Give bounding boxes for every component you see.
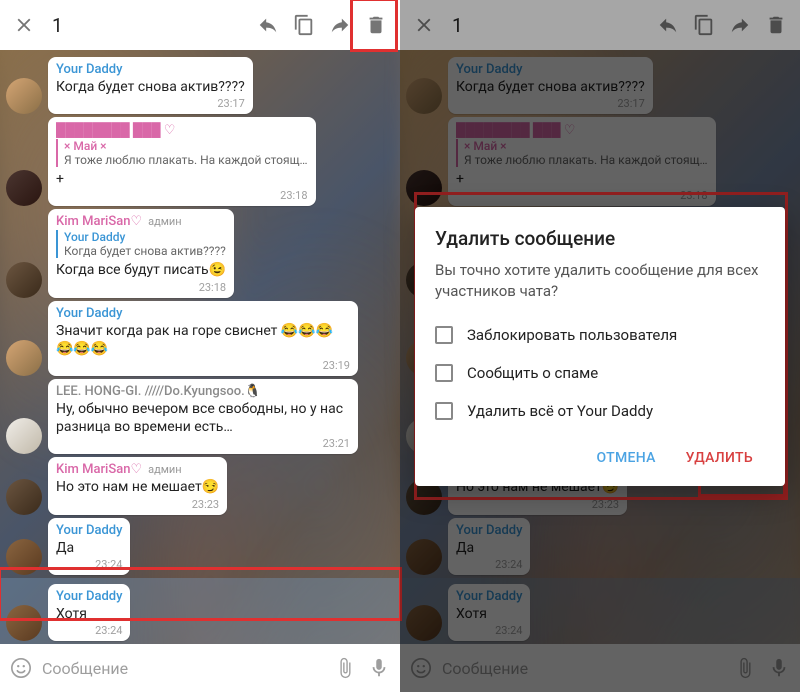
sender-name: Your Daddy bbox=[56, 523, 122, 538]
copy-icon[interactable] bbox=[286, 7, 322, 43]
avatar[interactable] bbox=[6, 479, 42, 515]
dialog-checkbox[interactable]: Заблокировать пользователя bbox=[435, 316, 765, 354]
chat-area[interactable]: Your DaddyКогда будет снова актив????23:… bbox=[0, 50, 400, 644]
message-text: Хотя bbox=[56, 605, 122, 623]
message[interactable]: Your DaddyЗначит когда рак на горе свисн… bbox=[6, 301, 394, 376]
delete-icon[interactable] bbox=[358, 7, 394, 43]
message[interactable]: Kim MariSan♡админНо это нам не мешает😏 23… bbox=[6, 457, 394, 514]
delete-button[interactable]: УДАЛИТЬ bbox=[674, 440, 765, 476]
message-bubble[interactable]: LEE. HONG-GI. /////Do.Kyungsoo.🐧Ну, обыч… bbox=[48, 379, 358, 454]
avatar[interactable] bbox=[6, 539, 42, 575]
dialog-title: Удалить сообщение bbox=[435, 227, 765, 250]
sender-name: Your Daddy bbox=[56, 589, 122, 604]
selection-toolbar: 1 bbox=[0, 0, 400, 50]
avatar[interactable] bbox=[6, 262, 42, 298]
selection-count: 1 bbox=[52, 14, 250, 37]
dialog-actions: ОТМЕНА УДАЛИТЬ bbox=[435, 440, 765, 476]
message-text: Ну, обычно вечером все свободны, но у на… bbox=[56, 400, 350, 436]
message-text: Значит когда рак на горе свиснет 😂😂😂😂😂😂 bbox=[56, 322, 350, 358]
message[interactable]: ████████ ███ ♡× Май ×Я тоже люблю плакат… bbox=[6, 117, 394, 206]
avatar[interactable] bbox=[6, 340, 42, 376]
dialog-body: Вы точно хотите удалить сообщение для вс… bbox=[435, 260, 765, 302]
message-time: 23:23 bbox=[56, 498, 219, 511]
checkbox-icon bbox=[435, 364, 453, 382]
sender-name: Kim MariSan♡админ bbox=[56, 462, 219, 477]
message[interactable]: Your DaddyХотя23:24 bbox=[6, 584, 394, 641]
admin-badge: админ bbox=[148, 215, 181, 228]
message-text: Когда будет снова актив???? bbox=[56, 78, 245, 96]
message-text: Но это нам не мешает😏 bbox=[56, 478, 219, 496]
message-text: Когда все будут писать😉 bbox=[56, 261, 226, 279]
message-bubble[interactable]: ████████ ███ ♡× Май ×Я тоже люблю плакат… bbox=[48, 117, 316, 206]
message-bubble[interactable]: Your DaddyХотя23:24 bbox=[48, 584, 130, 641]
emoji-icon[interactable] bbox=[8, 655, 34, 681]
reply-quote[interactable]: × Май ×Я тоже люблю плакать. На каждой с… bbox=[56, 139, 308, 167]
sender-name: Your Daddy bbox=[56, 62, 245, 77]
forward-icon[interactable] bbox=[322, 7, 358, 43]
close-icon[interactable] bbox=[6, 7, 42, 43]
message-input[interactable] bbox=[42, 659, 324, 678]
message-time: 23:19 bbox=[56, 359, 350, 372]
message-time: 23:21 bbox=[56, 437, 350, 450]
message-bubble[interactable]: Kim MariSan♡админНо это нам не мешает😏 23… bbox=[48, 457, 227, 514]
message-bubble[interactable]: Kim MariSan♡админYour DaddyКогда будет с… bbox=[48, 209, 234, 297]
attach-icon[interactable] bbox=[332, 655, 358, 681]
message-bubble[interactable]: Your DaddyЗначит когда рак на горе свисн… bbox=[48, 301, 358, 376]
avatar[interactable] bbox=[6, 78, 42, 114]
message-time: 23:18 bbox=[56, 281, 226, 294]
mic-icon[interactable] bbox=[366, 655, 392, 681]
checkbox-icon bbox=[435, 402, 453, 420]
message[interactable]: Kim MariSan♡админYour DaddyКогда будет с… bbox=[6, 209, 394, 297]
message-time: 23:18 bbox=[56, 189, 308, 202]
left-pane: 1 Your DaddyКогда будет снова актив????2… bbox=[0, 0, 400, 692]
dialog-checkbox[interactable]: Сообщить о спаме bbox=[435, 354, 765, 392]
reply-quote[interactable]: Your DaddyКогда будет снова актив???? bbox=[56, 230, 226, 258]
dialog-overlay[interactable]: Удалить сообщение Вы точно хотите удалит… bbox=[400, 0, 800, 692]
dialog-checkbox[interactable]: Удалить всё от Your Daddy bbox=[435, 392, 765, 430]
checkbox-label: Удалить всё от Your Daddy bbox=[467, 402, 653, 420]
avatar[interactable] bbox=[6, 605, 42, 641]
message-time: 23:24 bbox=[56, 558, 122, 571]
sender-name: ████████ ███ ♡ bbox=[56, 122, 308, 138]
message-input-bar bbox=[0, 644, 400, 692]
sender-name: Your Daddy bbox=[56, 306, 350, 321]
checkbox-label: Заблокировать пользователя bbox=[467, 326, 677, 344]
message[interactable]: Your DaddyДа23:24 bbox=[6, 518, 394, 575]
message-text: Да bbox=[56, 539, 122, 557]
message-time: 23:17 bbox=[56, 97, 245, 110]
message-time: 23:24 bbox=[56, 624, 122, 637]
reply-text: Я тоже люблю плакать. На каждой стоящ… bbox=[64, 153, 308, 167]
reply-icon[interactable] bbox=[250, 7, 286, 43]
reply-name: × Май × bbox=[64, 139, 308, 153]
message-text: + bbox=[56, 170, 308, 188]
admin-badge: админ bbox=[148, 463, 181, 476]
sender-name: LEE. HONG-GI. /////Do.Kyungsoo.🐧 bbox=[56, 384, 350, 399]
cancel-button[interactable]: ОТМЕНА bbox=[585, 440, 668, 476]
checkbox-icon bbox=[435, 326, 453, 344]
checkbox-label: Сообщить о спаме bbox=[467, 364, 598, 382]
sender-name: Kim MariSan♡админ bbox=[56, 214, 226, 229]
avatar[interactable] bbox=[6, 418, 42, 454]
message-bubble[interactable]: Your DaddyДа23:24 bbox=[48, 518, 130, 575]
message-bubble[interactable]: Your DaddyКогда будет снова актив????23:… bbox=[48, 57, 253, 114]
message[interactable]: Your DaddyКогда будет снова актив????23:… bbox=[6, 57, 394, 114]
reply-text: Когда будет снова актив???? bbox=[64, 244, 226, 258]
message[interactable]: LEE. HONG-GI. /////Do.Kyungsoo.🐧Ну, обыч… bbox=[6, 379, 394, 454]
right-pane: 1 Your DaddyКогда будет снова актив????2… bbox=[400, 0, 800, 692]
avatar[interactable] bbox=[6, 170, 42, 206]
delete-dialog: Удалить сообщение Вы точно хотите удалит… bbox=[415, 207, 785, 486]
reply-name: Your Daddy bbox=[64, 230, 226, 244]
